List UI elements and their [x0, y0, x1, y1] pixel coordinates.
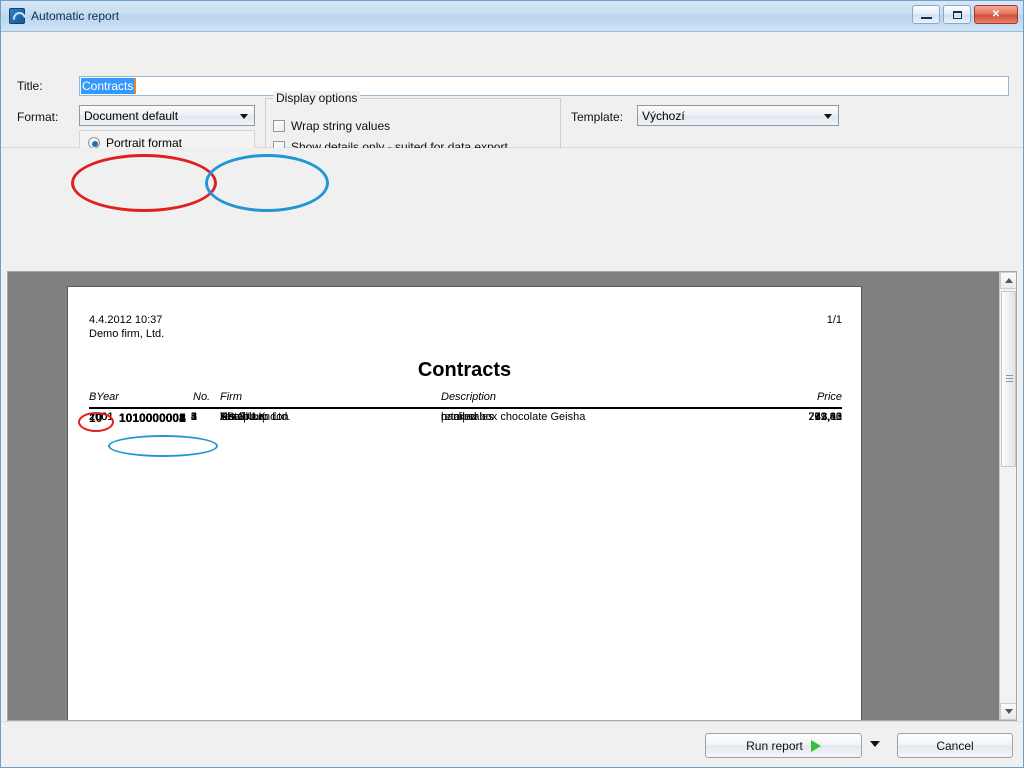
cancel-button[interactable]: Cancel — [897, 733, 1013, 758]
close-button[interactable]: ✕ — [974, 5, 1018, 24]
play-icon — [810, 739, 821, 752]
cell-no: 5 — [190, 411, 197, 423]
chevron-down-icon — [240, 114, 248, 119]
window-title: Automatic report — [31, 9, 120, 23]
field-designer: ✕ B. ✚ ✕ No. ✚ ↔ ✕ BYear ✚ — [1, 148, 1023, 416]
run-report-button[interactable]: Run report — [705, 733, 862, 758]
format-select-value: Document default — [84, 108, 179, 123]
table-row: 2001 5 Shell U.K. Ltd. hamper 262,86 — [89, 411, 842, 425]
window-controls: ✕ — [912, 5, 1018, 24]
automatic-report-window: Automatic report ✕ Title: Contracts Form… — [0, 0, 1024, 768]
report-page: 4.4.2012 10:37 Demo firm, Ltd. 1/1 Contr… — [67, 286, 862, 720]
report-preview-area: 4.4.2012 10:37 Demo firm, Ltd. 1/1 Contr… — [7, 271, 1017, 721]
checkbox-wrap-string-values-label: Wrap string values — [291, 119, 391, 133]
minimize-icon — [920, 16, 932, 19]
title-bar: Automatic report ✕ — [1, 1, 1023, 32]
cell-firm: Shell U.K. Ltd. — [220, 411, 291, 423]
report-date: 4.4.2012 10:37 — [89, 314, 163, 326]
template-select[interactable]: Výchozí — [637, 105, 839, 126]
scrollbar-thumb[interactable] — [1001, 291, 1016, 467]
header-price: Price — [816, 391, 842, 403]
header-description: Description — [441, 391, 497, 403]
dialog-footer: Run report Cancel — [1, 721, 1023, 767]
scroll-up-button[interactable] — [1000, 272, 1016, 289]
title-input-selected-text: Contracts — [81, 78, 137, 94]
title-input[interactable] — [79, 76, 1009, 96]
report-firm: Demo firm, Ltd. — [89, 328, 165, 340]
report-title: Contracts — [417, 359, 512, 381]
annotation-ellipse-blue-group-value — [108, 435, 218, 457]
triangle-down-icon — [1004, 709, 1013, 714]
run-options-caret-icon[interactable] — [870, 741, 880, 747]
header-firm: Firm — [220, 391, 242, 403]
scroll-down-button[interactable] — [1000, 703, 1016, 720]
app-swirl-icon — [9, 8, 25, 24]
report-column-headers: BYear No. Firm Description Price — [89, 391, 842, 409]
template-label: Template: — [571, 110, 624, 124]
format-select[interactable]: Document default — [79, 105, 255, 126]
checkbox-icon — [273, 120, 285, 132]
maximize-button[interactable] — [943, 5, 971, 24]
checkbox-wrap-string-values[interactable]: Wrap string values — [273, 119, 390, 133]
maximize-icon — [952, 10, 962, 19]
annotation-ellipse-red-group — [71, 154, 217, 212]
triangle-up-icon — [1004, 278, 1013, 283]
template-select-value: Výchozí — [642, 108, 685, 123]
cell-description: hamper — [441, 411, 479, 423]
annotation-ellipse-blue-group — [205, 154, 329, 212]
header-no: No. — [193, 391, 211, 403]
report-page-number: 1/1 — [826, 314, 842, 326]
preview-vertical-scrollbar[interactable] — [999, 272, 1016, 720]
display-options-legend: Display options — [273, 91, 361, 105]
chevron-down-icon — [824, 114, 832, 119]
run-report-label: Run report — [746, 738, 803, 753]
header-byear: BYear — [89, 391, 119, 403]
cell-price: 262,86 — [808, 411, 842, 423]
cancel-label: Cancel — [936, 738, 974, 753]
minimize-button[interactable] — [912, 5, 940, 24]
format-label: Format: — [17, 110, 59, 124]
cell-byear: 2001 — [89, 411, 114, 423]
close-icon: ✕ — [991, 9, 1001, 20]
report-options-panel: Title: Contracts Format: Document defaul… — [1, 32, 1023, 174]
title-label: Title: — [17, 79, 43, 93]
